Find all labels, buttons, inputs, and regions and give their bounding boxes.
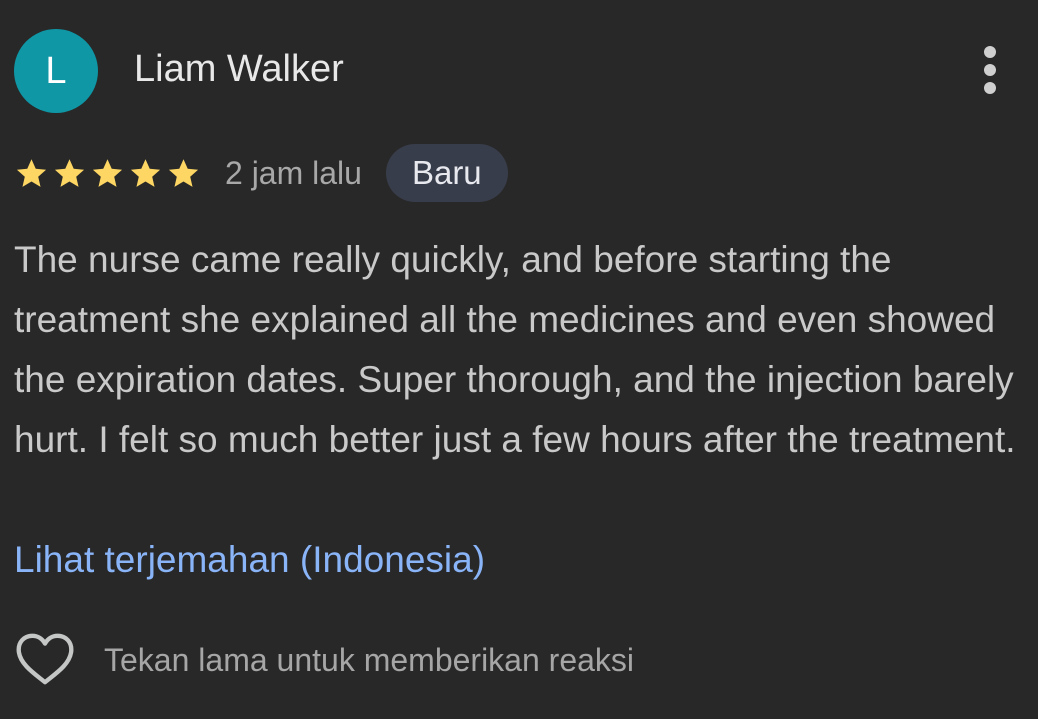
star-rating xyxy=(14,156,201,191)
more-vert-icon-dot xyxy=(984,64,996,76)
review-meta: 2 jam lalu Baru xyxy=(14,144,508,202)
review-time: 2 jam lalu xyxy=(225,154,362,191)
new-badge: Baru xyxy=(385,144,508,202)
star-icon xyxy=(130,158,161,187)
more-options-button[interactable] xyxy=(968,40,1012,100)
translate-link[interactable]: Lihat terjemahan (Indonesia) xyxy=(14,530,485,590)
reaction-row: Tekan lama untuk memberikan reaksi xyxy=(14,628,634,692)
more-vert-icon xyxy=(984,46,996,58)
avatar-letter: L xyxy=(45,49,67,92)
review-text: The nurse came really quickly, and befor… xyxy=(14,239,1016,460)
reaction-hint: Tekan lama untuk memberikan reaksi xyxy=(104,641,635,678)
avatar[interactable]: L xyxy=(14,29,98,113)
reviewer-name[interactable]: Liam Walker xyxy=(134,46,344,92)
star-icon xyxy=(54,158,85,187)
star-icon xyxy=(16,158,47,187)
heart-outline-icon[interactable] xyxy=(14,631,76,689)
star-icon xyxy=(168,158,199,187)
more-vert-icon-dot xyxy=(984,82,996,94)
star-icon xyxy=(92,158,123,187)
review-header: L Liam Walker xyxy=(0,0,1038,140)
